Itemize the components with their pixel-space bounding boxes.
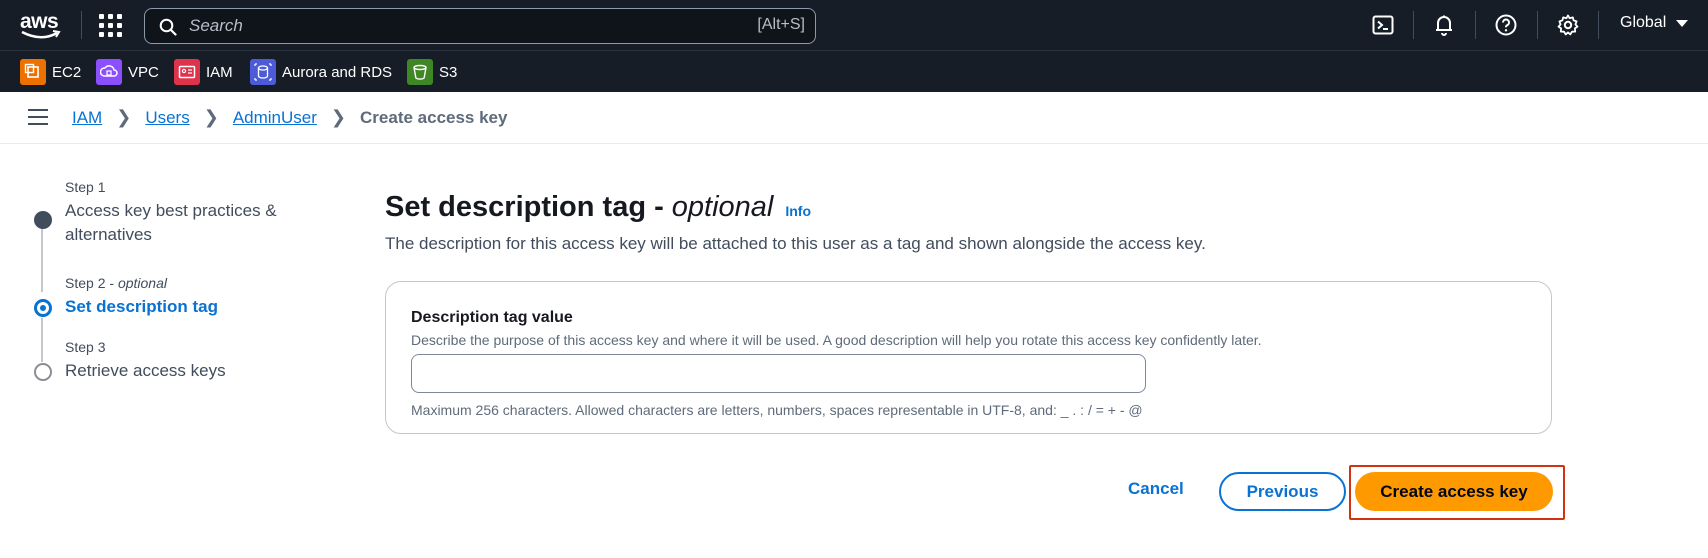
search-bar[interactable]: [Alt+S] <box>144 8 816 44</box>
divider <box>81 11 82 39</box>
region-label: Global <box>1620 14 1667 31</box>
breadcrumb-adminuser[interactable]: AdminUser <box>233 108 317 128</box>
field-description: Describe the purpose of this access key … <box>411 332 1262 348</box>
info-link[interactable]: Info <box>785 203 811 219</box>
rds-icon <box>250 59 276 85</box>
page-title: Set description tag - optional Info <box>385 191 1555 224</box>
caret-down-icon <box>1676 19 1689 27</box>
help-icon[interactable] <box>1494 13 1518 37</box>
breadcrumb-current: Create access key <box>360 107 508 127</box>
cancel-button[interactable]: Cancel <box>1128 479 1184 499</box>
step-title: Retrieve access keys <box>65 361 226 380</box>
divider <box>1475 11 1476 39</box>
favorite-s3[interactable]: S3 <box>407 59 457 85</box>
previous-button[interactable]: Previous <box>1219 472 1346 511</box>
page-description: The description for this access key will… <box>385 234 1206 253</box>
field-label: Description tag value <box>411 309 573 326</box>
favorite-ec2[interactable]: EC2 <box>20 59 81 85</box>
step-pending-icon <box>34 363 52 381</box>
search-input[interactable] <box>189 12 709 40</box>
ec2-icon <box>20 59 46 85</box>
favorite-aurora-rds[interactable]: Aurora and RDS <box>250 59 392 85</box>
favorite-iam[interactable]: IAM <box>174 59 233 85</box>
breadcrumb-bar: IAM ❯ Users ❯ AdminUser ❯ Create access … <box>0 92 1708 144</box>
breadcrumb-users[interactable]: Users <box>145 108 189 128</box>
breadcrumb-iam[interactable]: IAM <box>72 108 102 128</box>
region-selector[interactable]: Global <box>1620 14 1689 32</box>
divider <box>1598 11 1599 39</box>
step-number: Step 3 <box>65 339 106 355</box>
step-complete-icon <box>34 211 52 229</box>
step-connector <box>41 318 43 362</box>
page-title-optional: optional <box>671 191 774 223</box>
description-tag-input[interactable] <box>411 354 1146 393</box>
create-access-key-button[interactable]: Create access key <box>1355 472 1553 511</box>
apps-grid-icon[interactable] <box>98 13 122 37</box>
page-header: Set description tag - optional Info The … <box>385 191 1555 254</box>
search-icon <box>159 18 177 36</box>
settings-gear-icon[interactable] <box>1556 13 1580 37</box>
favorite-vpc[interactable]: VPC <box>96 59 159 85</box>
menu-hamburger-icon[interactable] <box>28 109 48 127</box>
breadcrumb: IAM ❯ Users ❯ AdminUser ❯ Create access … <box>72 107 507 128</box>
favorite-label: IAM <box>206 63 233 81</box>
step-connector <box>41 226 43 292</box>
favorites-bar: EC2 VPC IAM Aurora and RDS S3 <box>0 50 1708 92</box>
step-current-icon <box>34 299 52 317</box>
page-title-text: Set description tag - <box>385 191 664 223</box>
main-content: Step 1 Access key best practices & alter… <box>0 145 1708 558</box>
favorite-label: VPC <box>128 63 159 81</box>
step-title: Set description tag <box>65 297 219 316</box>
divider <box>1537 11 1538 39</box>
field-constraint-text: Maximum 256 characters. Allowed characte… <box>411 402 1143 418</box>
vpc-icon <box>96 59 122 85</box>
divider <box>1413 11 1414 39</box>
aws-smile-icon <box>21 30 61 39</box>
s3-bucket-icon <box>407 59 433 85</box>
description-tag-panel: Description tag value Describe the purpo… <box>385 281 1552 434</box>
chevron-right-icon: ❯ <box>330 107 347 127</box>
chevron-right-icon: ❯ <box>116 107 132 127</box>
top-navigation: aws [Alt+S] Glob <box>0 0 1708 50</box>
step-optional: optional <box>117 275 167 291</box>
notifications-bell-icon[interactable] <box>1432 13 1456 37</box>
cloudshell-icon[interactable] <box>1371 13 1395 37</box>
aws-logo[interactable]: aws <box>18 8 64 42</box>
iam-icon <box>174 59 200 85</box>
chevron-right-icon: ❯ <box>203 107 219 127</box>
step-number: Step 2 - optional <box>65 275 167 291</box>
favorite-label: EC2 <box>52 63 82 81</box>
search-shortcut-hint: [Alt+S] <box>757 16 805 33</box>
favorite-label: S3 <box>439 63 458 81</box>
favorite-label: Aurora and RDS <box>282 63 393 81</box>
step-title: Access key best practices & alternatives <box>65 201 277 244</box>
step-number: Step 1 <box>65 179 106 195</box>
